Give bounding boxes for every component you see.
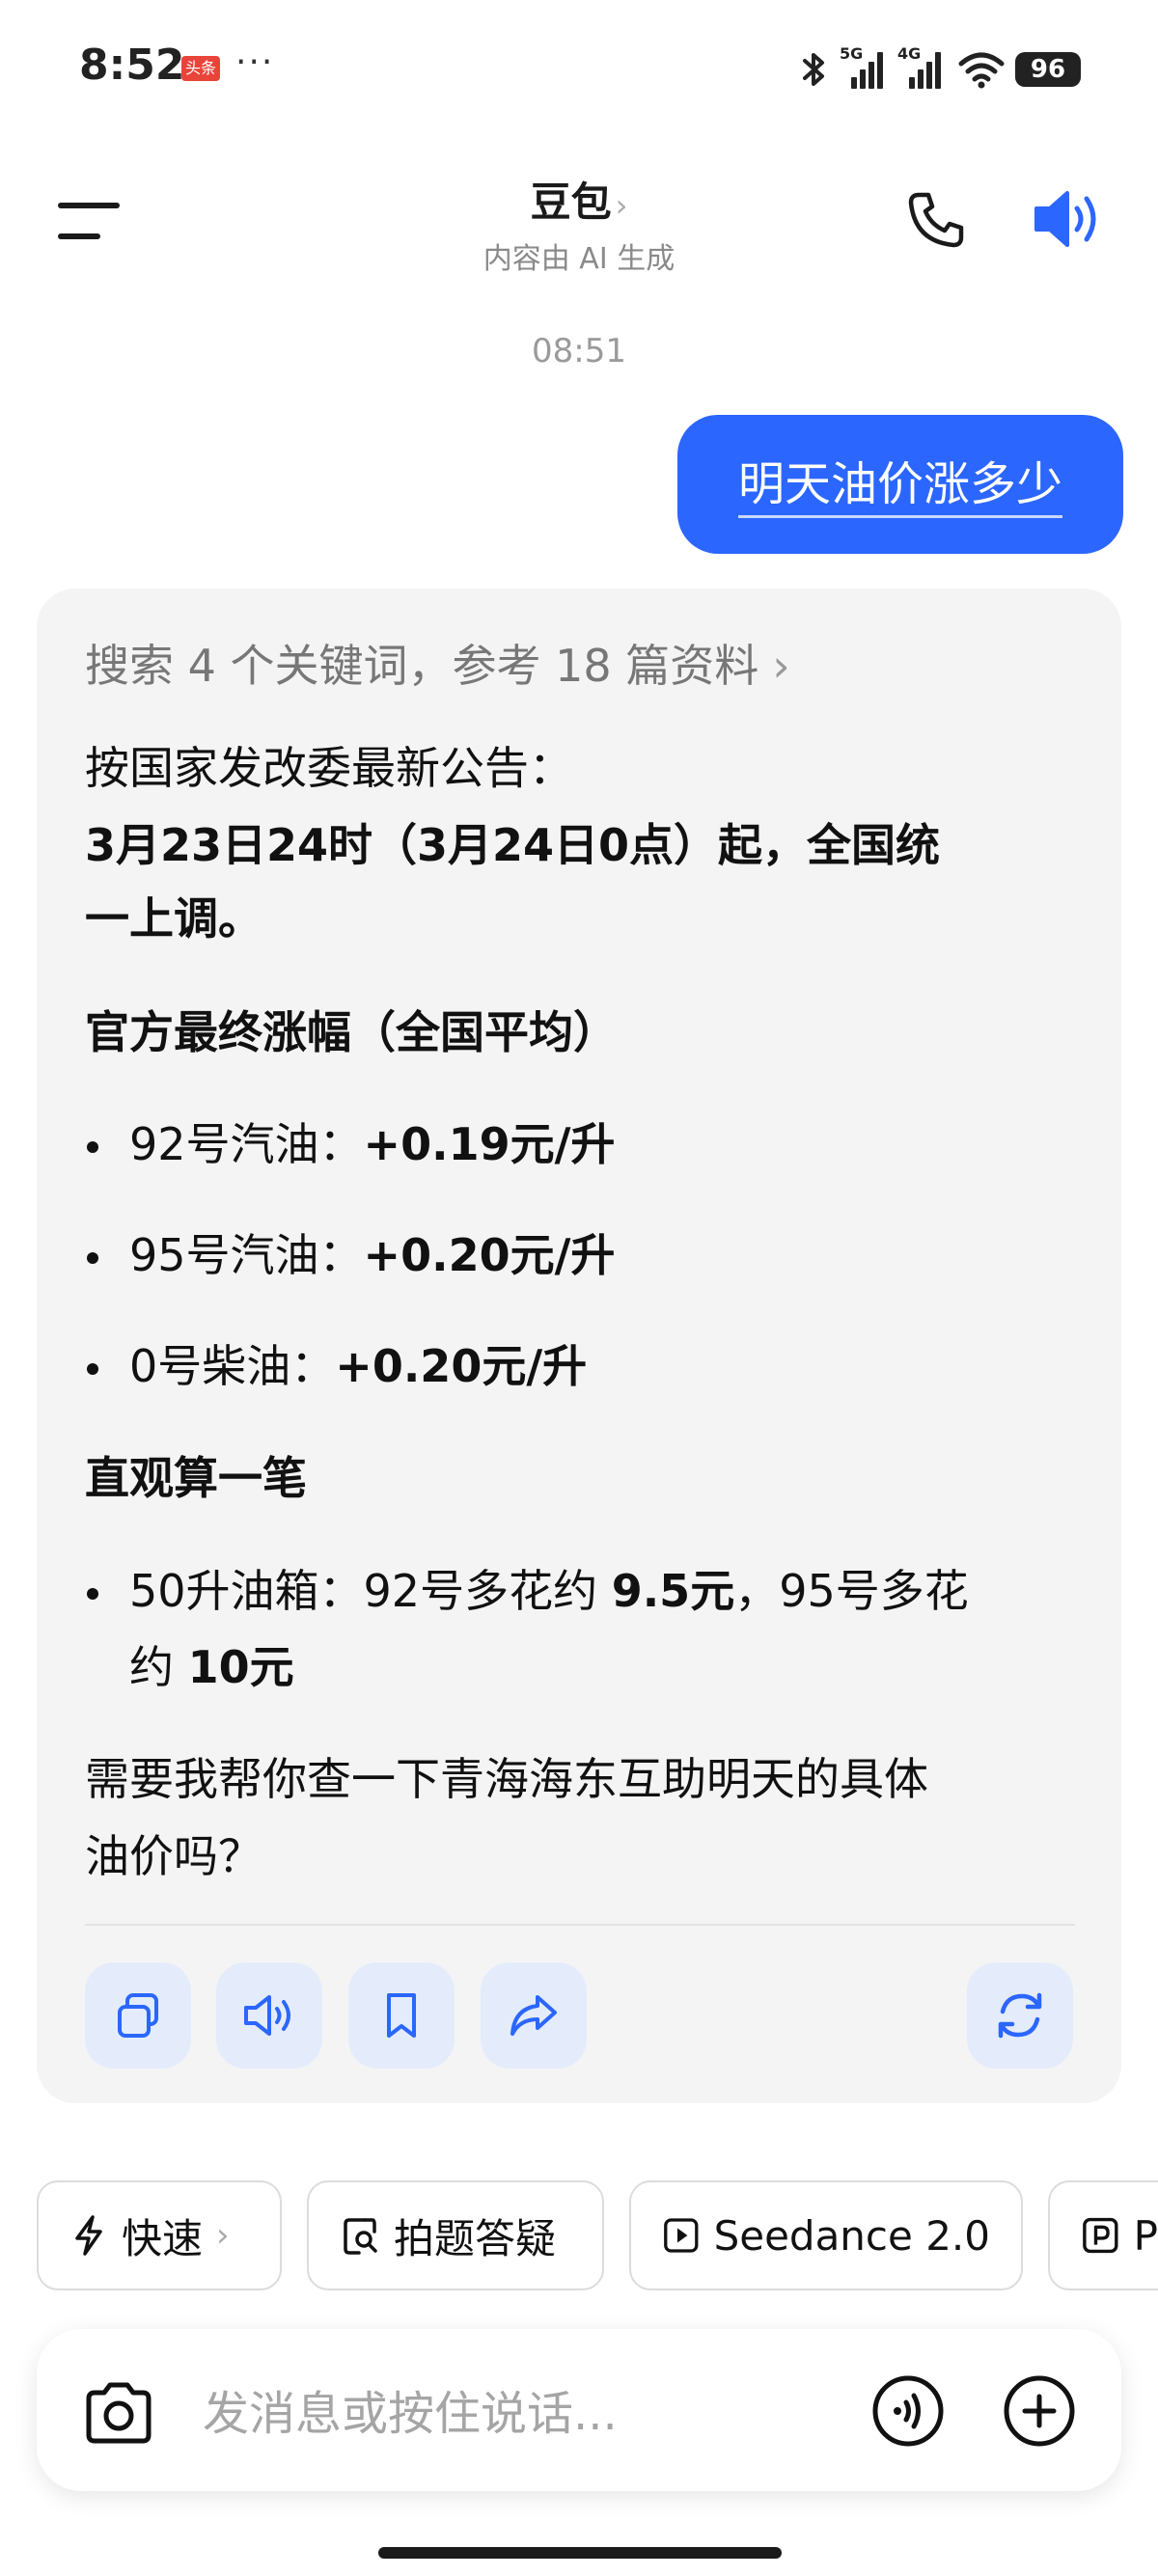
followup-line2: 油价吗？ (85, 1830, 262, 1882)
net-label-5g: 5G (840, 44, 864, 63)
fuel-label: 0号柴油： (129, 1340, 336, 1392)
section-title-official: 官方最终涨幅（全国平均） (85, 1006, 618, 1058)
photo-search-icon (344, 2218, 377, 2255)
bluetooth-icon (803, 53, 824, 86)
chevron-right-icon: › (772, 640, 790, 692)
conversation-title[interactable]: 豆包 › 内容由 AI 生成 (367, 170, 791, 277)
chip-label: 快速 (122, 2214, 204, 2262)
phone-call-button[interactable] (905, 189, 967, 251)
calc-value: 9.5元 (611, 1565, 735, 1617)
list-item: 92号汽油：+0.19元/升 (129, 1106, 615, 1183)
message-timestamp: 08:51 (532, 332, 626, 370)
home-indicator[interactable] (378, 2547, 782, 2559)
chip-seedance[interactable]: Seedance 2.0 (629, 2180, 1023, 2290)
camera-button[interactable] (81, 2381, 156, 2445)
voice-playback-button[interactable] (1033, 185, 1106, 253)
battery-icon: 96 (1015, 52, 1081, 87)
list-item: 95号汽油：+0.20元/升 (129, 1217, 615, 1294)
fuel-increase: +0.19元/升 (363, 1118, 616, 1170)
bullet (87, 1363, 98, 1375)
fuel-increase: +0.20元/升 (363, 1229, 616, 1281)
regenerate-button[interactable] (967, 1962, 1073, 2069)
answer-headline-line1: 3月23日24时（3月24日0点）起，全国统 (85, 819, 941, 871)
fuel-label: 95号汽油： (129, 1229, 364, 1281)
chevron-right-icon: › (615, 187, 628, 224)
bullet (87, 1588, 98, 1600)
search-references-link[interactable]: 搜索 4 个关键词，参考 18 篇资料 › (85, 631, 790, 695)
more-notifications-icon: ··· (235, 42, 275, 82)
chip-label: P (1133, 2211, 1158, 2260)
calc-text: ，95号多花 (734, 1565, 969, 1617)
search-summary-text: 搜索 4 个关键词，参考 18 篇资料 (85, 640, 759, 692)
chip-partial[interactable]: P (1048, 2180, 1158, 2290)
copy-button[interactable] (85, 1962, 191, 2069)
status-time: 8:52 (79, 41, 185, 90)
bookmark-button[interactable] (348, 1962, 455, 2069)
menu-button[interactable] (58, 199, 122, 241)
message-input[interactable]: 发消息或按住说话... (203, 2375, 618, 2443)
voice-input-button[interactable] (870, 2373, 946, 2449)
speaker-icon (1034, 191, 1096, 247)
read-aloud-icon (244, 1995, 290, 2036)
camera-icon (86, 2382, 152, 2444)
bullet (87, 1141, 98, 1153)
toutiao-badge-icon: 头条 (181, 56, 220, 81)
divider (85, 1924, 1075, 1926)
menu-icon (58, 203, 120, 208)
lightning-icon (75, 2215, 102, 2256)
chip-fast-mode[interactable]: 快速 › (37, 2180, 282, 2290)
followup-line1: 需要我帮你查一下青海海东互助明天的具体 (85, 1753, 928, 1805)
chip-photo-question[interactable]: 拍题答疑 (307, 2180, 604, 2290)
add-attachment-button[interactable] (1002, 2373, 1077, 2449)
list-item: 0号柴油：+0.20元/升 (129, 1328, 587, 1405)
share-icon (510, 1995, 557, 2036)
calc-value: 10元 (187, 1641, 294, 1693)
page-title: 豆包 (530, 178, 612, 226)
voice-wave-icon (872, 2375, 944, 2447)
net-label-4g: 4G (897, 44, 922, 63)
calc-text: 约 (129, 1641, 188, 1693)
status-icons: 5G 4G 96 (797, 42, 1081, 96)
p-icon (1083, 2217, 1118, 2254)
answer-headline-line2: 一上调。 (85, 892, 262, 945)
bullet (87, 1252, 98, 1264)
regenerate-icon (998, 1992, 1042, 2039)
chip-label: Seedance 2.0 (713, 2211, 990, 2260)
phone-icon (908, 192, 964, 248)
answer-intro: 按国家发改委最新公告： (85, 742, 573, 794)
chevron-right-icon: › (216, 2216, 230, 2255)
copy-icon (118, 1993, 158, 2038)
fuel-label: 92号汽油： (129, 1118, 364, 1170)
calc-line1: 50升油箱：92号多花约 9.5元，95号多花 (129, 1552, 969, 1630)
signal-4g-icon: 4G (897, 44, 948, 89)
fuel-increase: +0.20元/升 (335, 1340, 588, 1392)
section-title-calc: 直观算一笔 (85, 1452, 307, 1504)
play-icon (664, 2218, 699, 2253)
wifi-icon (958, 52, 1005, 89)
share-button[interactable] (481, 1962, 587, 2069)
calc-text: 50升油箱：92号多花约 (129, 1565, 612, 1617)
chip-label: 拍题答疑 (394, 2214, 557, 2262)
plus-icon (1004, 2375, 1075, 2447)
signal-5g-icon: 5G (840, 44, 890, 89)
calc-line2: 约 10元 (129, 1629, 294, 1706)
user-message-text: 明天油价涨多少 (737, 457, 1062, 518)
bookmark-icon (387, 1993, 416, 2038)
user-message-bubble[interactable]: 明天油价涨多少 (677, 415, 1123, 554)
read-aloud-button[interactable] (216, 1962, 322, 2069)
ai-generated-note: 内容由 AI 生成 (482, 242, 676, 276)
